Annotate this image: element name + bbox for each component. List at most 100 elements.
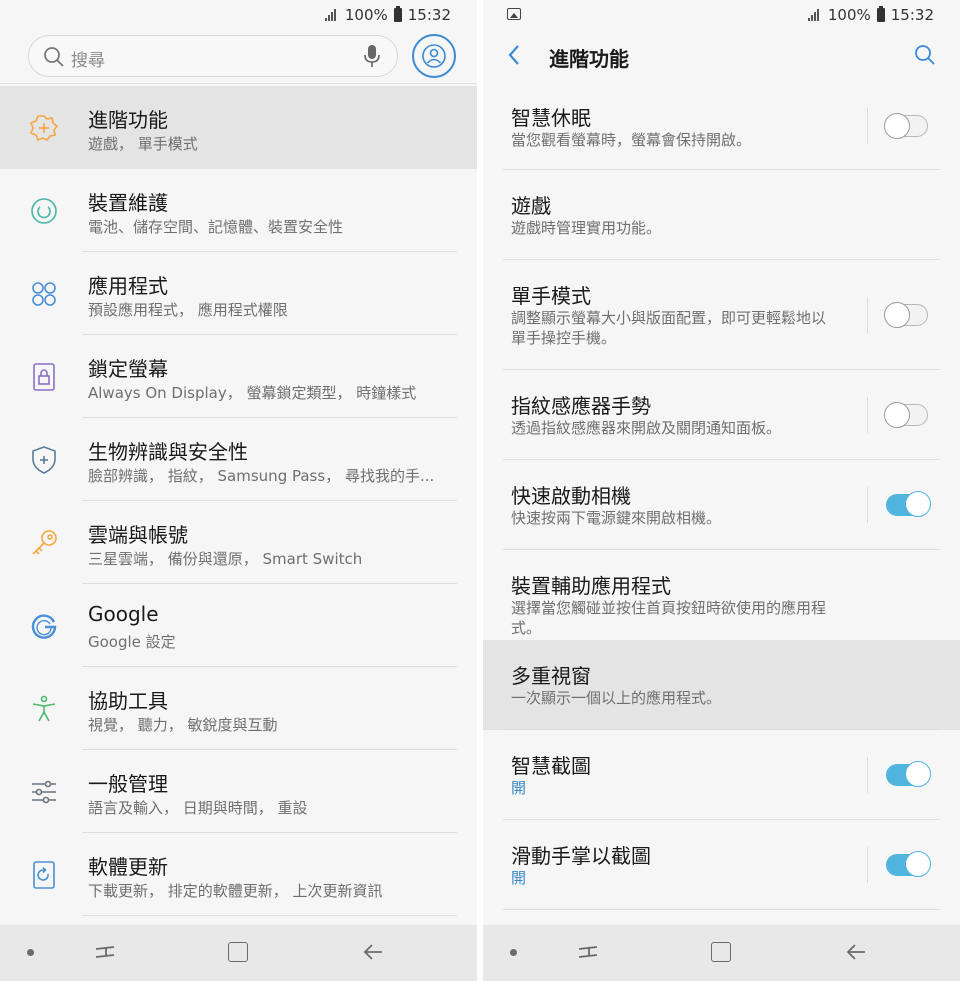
settings-item-title: 裝置維護 xyxy=(88,191,168,215)
settings-list: 進階功能遊戲， 單手模式裝置維護電池、儲存空間、記憶體、裝置安全性應用程式預設應… xyxy=(0,86,477,916)
page-title: 進階功能 xyxy=(549,47,629,71)
feature-toggle[interactable] xyxy=(884,113,928,139)
feature-item[interactable]: 滑動手掌以截圖開 xyxy=(483,820,960,910)
navigation-bar xyxy=(0,925,477,981)
settings-item[interactable]: 生物辨識與安全性 臉部辨識， 指紋， Samsung Pass， 尋找我的手... xyxy=(0,418,477,501)
settings-item-title: 應用程式 xyxy=(88,274,168,298)
divider xyxy=(503,909,940,910)
feature-item-subtitle: 當您觀看螢幕時，螢幕會保持開啟。 xyxy=(511,131,752,149)
home-button-icon[interactable] xyxy=(711,942,731,962)
feature-item-subtitle: 快速按兩下電源鍵來開啟相機。 xyxy=(511,509,722,527)
advanced-features-panel: 100% 15:32 進階功能 智慧休眠 當您觀看螢幕時，螢幕會保持開啟。 遊戲 遊戲… xyxy=(483,0,960,981)
feature-item[interactable]: 智慧截圖開 xyxy=(483,730,960,820)
battery-icon xyxy=(393,6,402,22)
divider xyxy=(867,397,868,433)
device-care-icon xyxy=(28,195,60,227)
key-icon xyxy=(28,527,60,559)
settings-item-title: 軟體更新 xyxy=(88,855,168,879)
battery-percentage: 100% xyxy=(344,6,388,24)
feature-item[interactable]: 遊戲 遊戲時管理實用功能。 xyxy=(483,170,960,260)
settings-item[interactable]: 進階功能遊戲， 單手模式 xyxy=(0,86,477,169)
feature-item-title: 指紋感應器手勢 xyxy=(511,394,651,418)
settings-item[interactable]: 鎖定螢幕 Always On Display， 螢幕鎖定類型， 時鐘樣式 xyxy=(0,335,477,418)
feature-item-subtitle: 選擇當您觸碰並按住首頁按鈕時欲使用的應用程式。 xyxy=(511,599,827,637)
battery-icon xyxy=(876,6,885,22)
feature-item-subtitle: 開 xyxy=(511,779,527,797)
status-bar: 100% 15:32 xyxy=(483,0,960,30)
app-bar: 進階功能 xyxy=(483,30,960,82)
feature-item-title: 裝置輔助應用程式 xyxy=(511,574,671,598)
feature-item-title: 多重視窗 xyxy=(511,664,591,688)
settings-item-subtitle: 三星雲端， 備份與還原， Smart Switch xyxy=(88,550,363,568)
settings-item-title: 一般管理 xyxy=(88,772,168,796)
divider xyxy=(867,487,868,523)
software-update-icon xyxy=(28,859,60,891)
settings-item-subtitle: Always On Display， 螢幕鎖定類型， 時鐘樣式 xyxy=(88,384,417,402)
settings-item[interactable]: 雲端與帳號三星雲端， 備份與還原， Smart Switch xyxy=(0,501,477,584)
settings-item[interactable]: 一般管理 語言及輸入， 日期與時間， 重設 xyxy=(0,750,477,833)
navigation-bar xyxy=(483,925,960,981)
settings-item[interactable]: Google Google 設定 xyxy=(0,584,477,667)
profile-icon xyxy=(422,44,446,68)
feature-toggle[interactable] xyxy=(886,491,931,517)
back-arrow-icon[interactable] xyxy=(362,941,384,963)
nav-dot-icon[interactable] xyxy=(27,949,34,956)
battery-percentage: 100% xyxy=(827,6,871,24)
feature-item-title: 智慧休眠 xyxy=(511,106,591,130)
lock-screen-icon xyxy=(28,361,60,393)
feature-item[interactable]: 智慧休眠 當您觀看螢幕時，螢幕會保持開啟。 xyxy=(483,82,960,170)
microphone-icon[interactable] xyxy=(363,44,381,68)
toggle-knob xyxy=(905,761,931,787)
feature-item-subtitle: 調整顯示螢幕大小與版面配置，即可更輕鬆地以單手操控手機。 xyxy=(511,309,827,347)
settings-item-title: 進階功能 xyxy=(88,108,168,132)
search-bar[interactable]: 搜尋 xyxy=(28,35,398,77)
settings-main-panel: 100% 15:32 搜尋 進階功能 遊戲， 單手模式 裝置維護 電池、儲存空間、記憶… xyxy=(0,0,477,981)
settings-item-title: Google xyxy=(88,602,159,626)
feature-item-title: 滑動手掌以截圖 xyxy=(511,844,651,868)
toggle-knob xyxy=(884,113,910,139)
toggle-knob xyxy=(884,402,910,428)
divider xyxy=(867,297,868,333)
search-icon[interactable] xyxy=(914,44,936,66)
home-button-icon[interactable] xyxy=(228,942,248,962)
settings-item[interactable]: 應用程式預設應用程式， 應用程式權限 xyxy=(0,252,477,335)
toggle-knob xyxy=(905,851,931,877)
feature-item[interactable]: 快速啟動相機 快速按兩下電源鍵來開啟相機。 xyxy=(483,460,960,550)
accessibility-icon xyxy=(28,693,60,725)
settings-item-subtitle: 遊戲， 單手模式 xyxy=(88,135,198,153)
recent-apps-icon[interactable] xyxy=(577,941,599,963)
feature-toggle[interactable] xyxy=(886,851,931,877)
feature-item[interactable]: 指紋感應器手勢 透過指紋感應器來開啟及關閉通知面板。 xyxy=(483,370,960,460)
feature-item[interactable]: 多重視窗 一次顯示一個以上的應用程式。 xyxy=(483,640,960,730)
advanced-features-list: 智慧休眠 當您觀看螢幕時，螢幕會保持開啟。 遊戲 遊戲時管理實用功能。 單手模式 調整顯示… xyxy=(483,82,960,910)
settings-item-subtitle: 預設應用程式， 應用程式權限 xyxy=(88,301,288,319)
settings-item[interactable]: 軟體更新下載更新， 排定的軟體更新， 上次更新資訊 xyxy=(0,833,477,916)
signal-icon xyxy=(324,9,339,21)
feature-item-title: 快速啟動相機 xyxy=(511,484,631,508)
settings-item[interactable]: 裝置維護電池、儲存空間、記憶體、裝置安全性 xyxy=(0,169,477,252)
feature-item-subtitle: 開 xyxy=(511,869,527,887)
feature-item[interactable]: 裝置輔助應用程式 選擇當您觸碰並按住首頁按鈕時欲使用的應用程式。 xyxy=(483,550,960,640)
profile-button[interactable] xyxy=(412,34,456,78)
gallery-notification-icon xyxy=(507,8,521,20)
sliders-icon xyxy=(28,776,60,808)
nav-dot-icon[interactable] xyxy=(510,949,517,956)
recent-apps-icon[interactable] xyxy=(94,941,116,963)
google-icon xyxy=(28,610,60,642)
feature-item-subtitle: 透過指紋感應器來開啟及關閉通知面板。 xyxy=(511,419,782,437)
feature-toggle[interactable] xyxy=(886,761,931,787)
feature-item-title: 智慧截圖 xyxy=(511,754,591,778)
feature-toggle[interactable] xyxy=(884,302,928,328)
feature-item[interactable]: 單手模式 調整顯示螢幕大小與版面配置，即可更輕鬆地以單手操控手機。 xyxy=(483,260,960,370)
back-chevron-icon[interactable] xyxy=(507,44,521,66)
settings-item-subtitle: 電池、儲存空間、記憶體、裝置安全性 xyxy=(88,218,344,236)
settings-item-subtitle: 臉部辨識， 指紋， Samsung Pass， 尋找我的手... xyxy=(88,467,435,485)
settings-item-subtitle: 下載更新， 排定的軟體更新， 上次更新資訊 xyxy=(88,882,383,900)
settings-item[interactable]: 協助工具 視覺， 聽力， 敏銳度與互動 xyxy=(0,667,477,750)
feature-toggle[interactable] xyxy=(884,402,928,428)
back-arrow-icon[interactable] xyxy=(845,941,867,963)
apps-icon xyxy=(28,278,60,310)
feature-item-subtitle: 遊戲時管理實用功能。 xyxy=(511,219,662,237)
settings-item-title: 雲端與帳號 xyxy=(88,523,188,547)
feature-item-subtitle: 一次顯示一個以上的應用程式。 xyxy=(511,689,722,707)
